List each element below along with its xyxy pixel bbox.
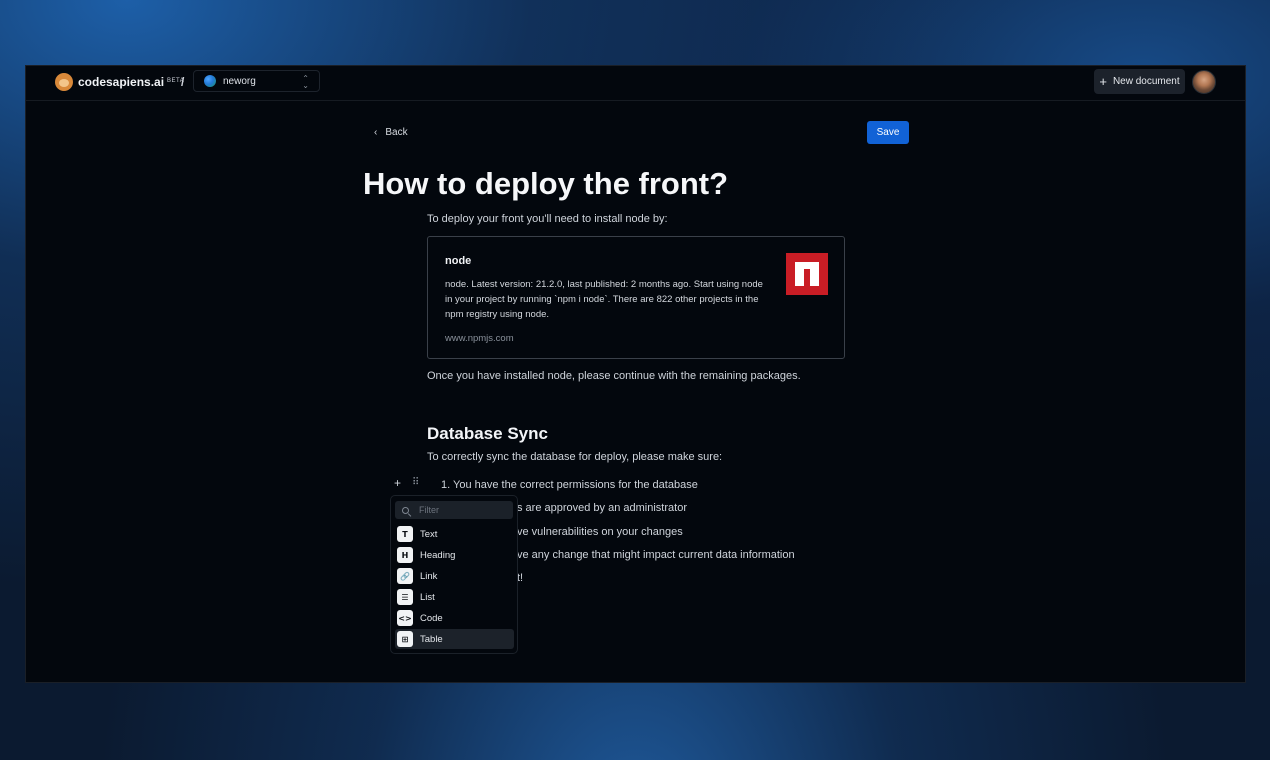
brand-name: codesapiens.ai (78, 75, 165, 89)
plus-icon: + (1099, 73, 1107, 89)
app-window: codesapiens.ai BETA / neworg ⌃ ⌄ + New do… (25, 65, 1246, 683)
list-icon: ☰ (397, 589, 413, 605)
section-heading[interactable]: Database Sync (427, 424, 548, 444)
table-icon: ⊞ (397, 631, 413, 647)
menu-item-label: List (420, 591, 435, 603)
npm-logo-icon (786, 253, 828, 295)
card-title: node (445, 255, 472, 267)
breadcrumb-separator: / (181, 75, 185, 89)
drag-handle-icon[interactable]: ⠿ (412, 477, 419, 488)
chevron-up-down-icon: ⌃ ⌄ (302, 74, 309, 90)
org-selector[interactable]: neworg ⌃ ⌄ (193, 70, 320, 92)
chevron-left-icon: ‹ (374, 127, 378, 138)
menu-item-table[interactable]: ⊞ Table (395, 629, 514, 649)
text-icon: T (397, 526, 413, 542)
search-icon (402, 506, 409, 514)
new-document-button[interactable]: + New document (1094, 69, 1185, 94)
logo[interactable]: codesapiens.ai BETA (52, 73, 184, 91)
org-avatar-icon (204, 75, 216, 87)
new-document-label: New document (1112, 76, 1180, 87)
list-item[interactable]: s are approved by an administrator (517, 502, 687, 514)
menu-item-label: Table (420, 633, 443, 645)
top-bar: codesapiens.ai BETA / neworg ⌃ ⌄ + New do… (26, 66, 1245, 101)
link-preview-card[interactable]: node node. Latest version: 21.2.0, last … (427, 236, 845, 359)
card-url: www.npmjs.com (445, 333, 514, 344)
menu-item-link[interactable]: 🔗 Link (395, 566, 514, 586)
heading-icon: H (397, 547, 413, 563)
section-intro[interactable]: To correctly sync the database for deplo… (427, 451, 722, 463)
after-card-paragraph[interactable]: Once you have installed node, please con… (427, 370, 801, 382)
list-item[interactable]: 1. You have the correct permissions for … (441, 479, 698, 491)
filter-input[interactable]: Filter (395, 501, 513, 519)
menu-item-label: Link (420, 570, 438, 582)
list-item[interactable]: ve vulnerabilities on your changes (517, 526, 683, 538)
code-icon: <> (397, 610, 413, 626)
menu-item-label: Code (420, 612, 443, 624)
menu-item-text[interactable]: T Text (395, 524, 514, 544)
filter-placeholder: Filter (419, 505, 439, 515)
intro-paragraph[interactable]: To deploy your front you'll need to inst… (427, 213, 668, 225)
menu-item-label: Heading (420, 549, 456, 561)
page-title[interactable]: How to deploy the front? (363, 166, 728, 202)
menu-item-code[interactable]: <> Code (395, 608, 514, 628)
monkey-logo-icon (52, 73, 76, 91)
back-button[interactable]: ‹ Back (374, 127, 408, 138)
menu-item-label: Text (420, 528, 438, 540)
menu-item-list[interactable]: ☰ List (395, 587, 514, 607)
block-type-menu: Filter T Text H Heading 🔗 Link ☰ List <>… (390, 495, 518, 654)
user-avatar[interactable] (1192, 70, 1216, 94)
back-label: Back (385, 127, 408, 138)
list-item[interactable]: ve any change that might impact current … (517, 549, 795, 561)
card-description: node. Latest version: 21.2.0, last publi… (445, 279, 763, 320)
link-icon: 🔗 (397, 568, 413, 584)
save-button[interactable]: Save (867, 121, 909, 144)
menu-item-heading[interactable]: H Heading (395, 545, 514, 565)
add-block-button[interactable]: + (394, 476, 401, 490)
org-name: neworg (223, 75, 256, 87)
